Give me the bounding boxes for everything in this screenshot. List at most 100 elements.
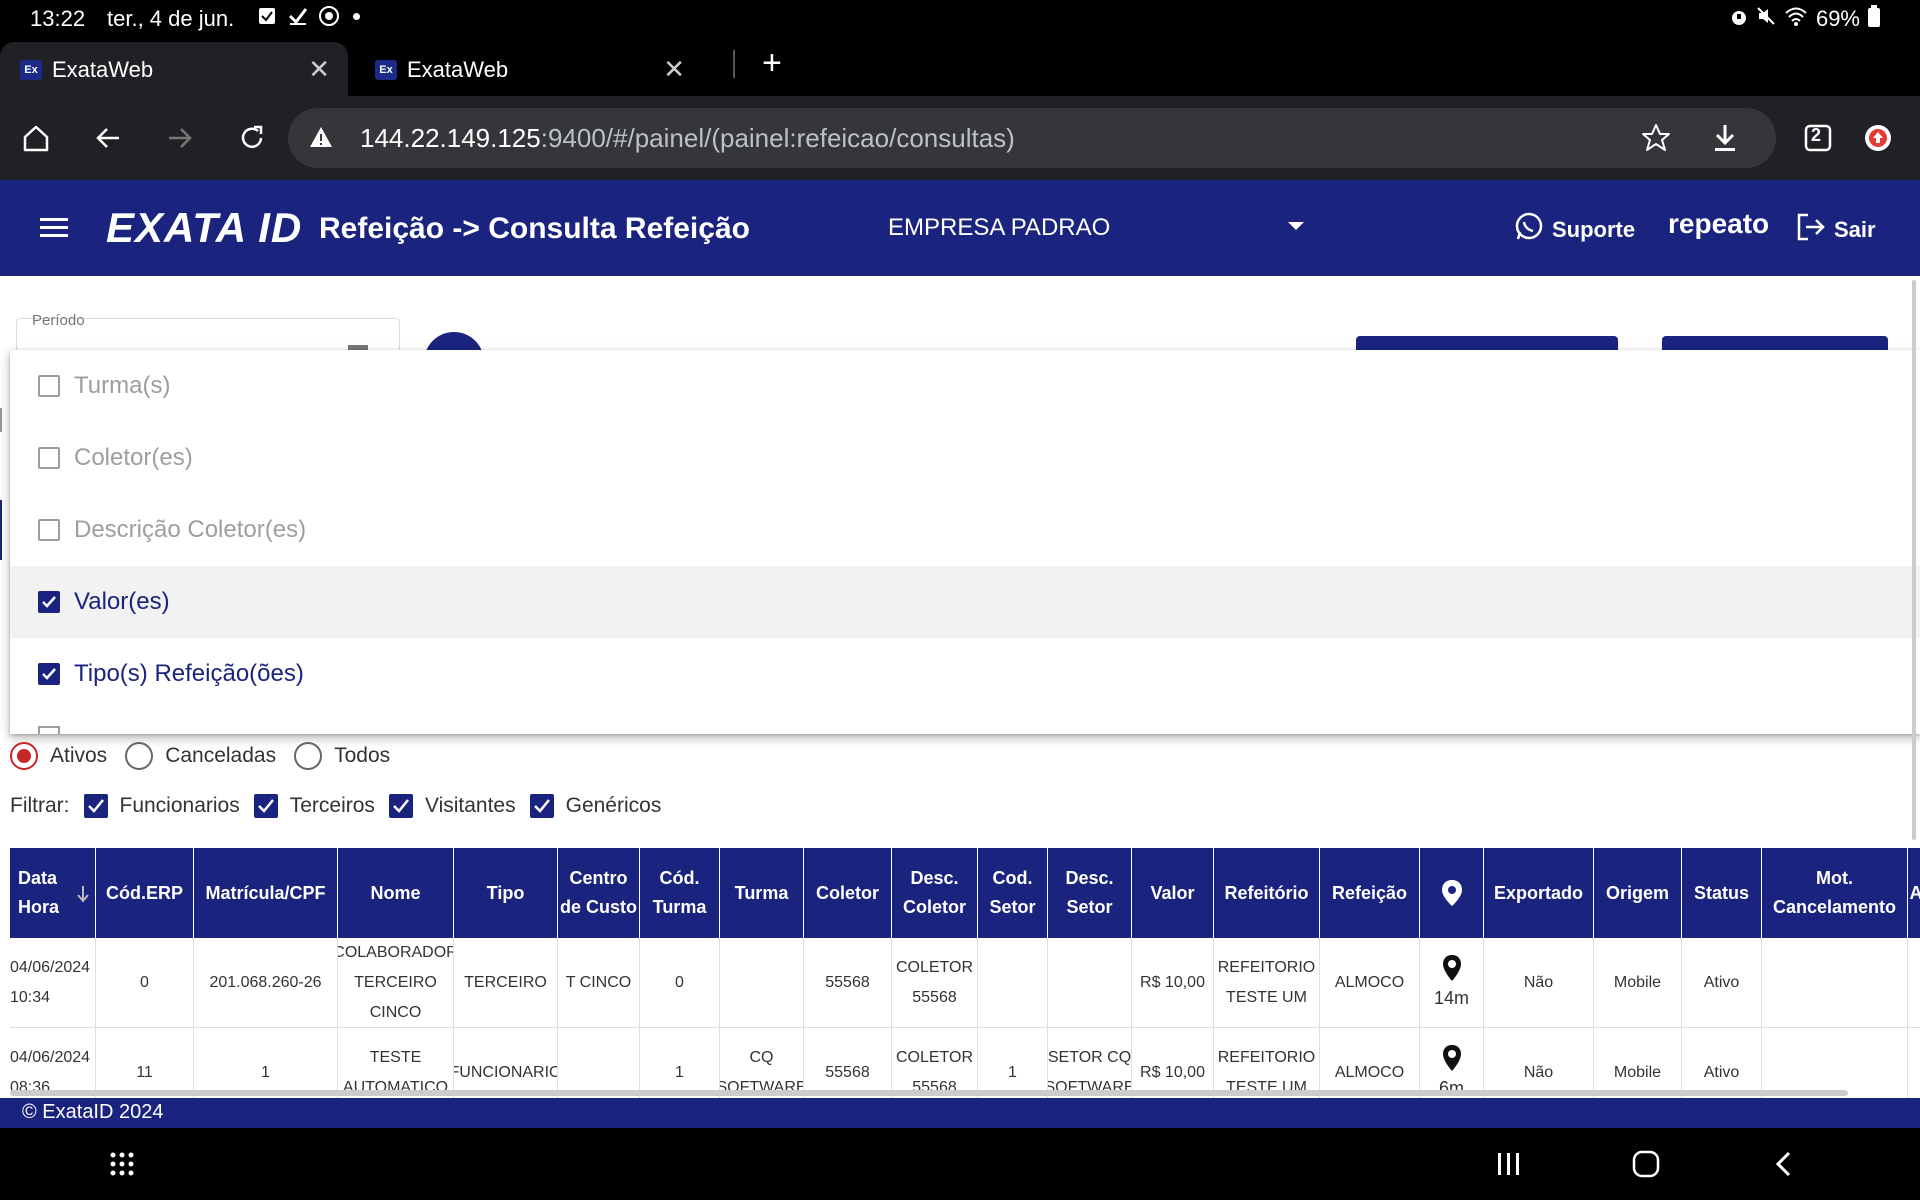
checkbox-genericos[interactable]: [529, 794, 554, 818]
table-cell: REFEITORIO TESTE UM: [1214, 1028, 1320, 1098]
column-header[interactable]: Status: [1682, 848, 1762, 938]
table-cell: CQ SOFTWARE: [720, 1028, 804, 1098]
sort-arrow-down-icon[interactable]: [76, 884, 90, 913]
table-cell: TERCEIRO: [454, 938, 558, 1028]
location-pin-icon[interactable]: [1441, 1043, 1463, 1073]
profile-update-icon[interactable]: [1858, 118, 1898, 158]
not-secure-warning-icon[interactable]: [308, 124, 334, 155]
browser-tab-1[interactable]: Ex ExataWeb ✕: [0, 42, 348, 96]
cell-value: ALMOCO: [1334, 1064, 1405, 1081]
more-notifications-dot-icon: [353, 12, 360, 20]
address-bar[interactable]: 144.22.149.125:9400/#/painel/(painel:ref…: [288, 108, 1776, 168]
company-select[interactable]: EMPRESA PADRAO: [888, 214, 1110, 242]
copyright-text: © ExataID 2024: [22, 1101, 164, 1123]
tab-switcher-button[interactable]: 2: [1798, 118, 1838, 158]
column-header[interactable]: Exportado: [1484, 848, 1594, 938]
cell-value: COLETOR 55568: [895, 959, 974, 1006]
checkbox-funcionarios[interactable]: [83, 794, 108, 818]
table-row[interactable]: 04/06/2024 08:36 11 1 TESTE AUTOMATICO FUNCI…: [10, 1028, 1920, 1098]
column-header[interactable]: Origem: [1594, 848, 1682, 938]
status-right: 69%: [1730, 5, 1880, 33]
column-header[interactable]: Valor: [1132, 848, 1214, 938]
table-cell: REFEITORIO TESTE UM: [1214, 938, 1320, 1028]
filtrar-label: Filtrar:: [10, 794, 70, 817]
bookmark-star-icon[interactable]: [1640, 122, 1672, 159]
close-tab-icon[interactable]: ✕: [308, 54, 330, 85]
forward-arrow-icon[interactable]: [160, 118, 200, 158]
column-header[interactable]: Data Hora: [10, 848, 96, 938]
url-path: :9400/#/painel/(painel:refeicao/consulta…: [540, 123, 1015, 153]
new-tab-plus-icon[interactable]: +: [762, 44, 782, 82]
radio-ativos[interactable]: [10, 742, 38, 770]
logout-button[interactable]: Sair: [1796, 212, 1876, 248]
app-footer: © ExataID 2024: [0, 1098, 1920, 1128]
column-header[interactable]: Tipo: [454, 848, 558, 938]
column-header[interactable]: Refeição: [1320, 848, 1420, 938]
home-circle-icon[interactable]: [1628, 1146, 1664, 1182]
hamburger-menu-icon[interactable]: [40, 216, 68, 245]
close-tab-icon[interactable]: ✕: [663, 54, 685, 85]
favicon-icon: Ex: [375, 60, 397, 80]
cell-value: 1: [261, 1064, 270, 1081]
column-header-label: Ag: [1909, 882, 1920, 903]
checkbox-icon: [38, 375, 60, 397]
table-cell: ALMOCO: [1320, 938, 1420, 1028]
dropdown-option[interactable]: Tipo(s) Refeição(ões): [10, 638, 1920, 710]
location-pin-icon[interactable]: [1441, 953, 1463, 983]
cell-value: 55568: [825, 1064, 870, 1081]
alarm-icon: [1730, 6, 1748, 32]
checkbox-visitantes[interactable]: [388, 794, 413, 818]
dropdown-option[interactable]: Descrição Coletor(es): [10, 494, 1920, 566]
notification-icons: [256, 5, 360, 27]
status-date: ter., 4 de jun.: [107, 6, 235, 31]
column-header[interactable]: Turma: [720, 848, 804, 938]
table-cell: 0: [96, 938, 194, 1028]
dropdown-option[interactable]: Turma(s): [10, 350, 1920, 422]
chevron-down-icon[interactable]: [1288, 222, 1304, 230]
tab-count: 2: [1811, 125, 1822, 145]
home-icon[interactable]: [16, 118, 56, 158]
column-header[interactable]: Cód. Turma: [640, 848, 720, 938]
vertical-scrollbar[interactable]: [1912, 280, 1916, 840]
column-header[interactable]: Mot. Cancelamento: [1762, 848, 1908, 938]
cell-value: Não: [1523, 974, 1554, 991]
column-header[interactable]: Refeitório: [1214, 848, 1320, 938]
column-header[interactable]: Desc. Setor: [1048, 848, 1132, 938]
location-column-header[interactable]: [1420, 848, 1484, 938]
column-header-label: Exportado: [1493, 882, 1583, 903]
dropdown-option[interactable]: Coletor(es): [10, 422, 1920, 494]
cell-value: R$ 10,00: [1140, 1064, 1205, 1081]
logout-label: Sair: [1834, 217, 1876, 242]
radio-todos[interactable]: [294, 742, 323, 770]
tab-separator: [733, 50, 735, 78]
filter-dropdown-panel: Turma(s) Coletor(es) Descrição Coletor(e…: [10, 350, 1920, 734]
table-cell: ALMOCO: [1320, 1028, 1420, 1098]
whatsapp-icon: [1514, 212, 1544, 248]
table-cell: 6m: [1420, 1028, 1484, 1098]
checkbox-terceiros[interactable]: [253, 794, 278, 818]
column-header[interactable]: Matrícula/CPF: [194, 848, 338, 938]
reload-icon[interactable]: [232, 118, 272, 158]
column-header[interactable]: Centro de Custo: [558, 848, 640, 938]
download-icon[interactable]: [1710, 122, 1740, 159]
recent-apps-icon[interactable]: [1490, 1146, 1526, 1182]
column-header[interactable]: Ag: [1908, 848, 1920, 938]
column-header[interactable]: Cód.ERP: [96, 848, 194, 938]
exataid-logo: EXATA ID: [106, 204, 303, 251]
table-row[interactable]: 04/06/2024 10:34 0 201.068.260-26 COLABORAD…: [10, 938, 1920, 1028]
back-arrow-icon[interactable]: [88, 118, 128, 158]
column-header[interactable]: Nome: [338, 848, 454, 938]
support-button[interactable]: Suporte: [1514, 212, 1635, 248]
url-text[interactable]: 144.22.149.125:9400/#/painel/(painel:ref…: [360, 123, 1015, 154]
column-header[interactable]: Cod. Setor: [978, 848, 1048, 938]
column-header[interactable]: Desc. Coletor: [892, 848, 978, 938]
back-chevron-icon[interactable]: [1766, 1146, 1802, 1182]
table-cell: [1908, 938, 1920, 1028]
apps-grid-icon[interactable]: [104, 1146, 140, 1182]
column-header[interactable]: Coletor: [804, 848, 892, 938]
horizontal-scrollbar[interactable]: [10, 1090, 1848, 1096]
radio-canceladas[interactable]: [125, 742, 154, 770]
filter-label: Visitantes: [424, 794, 516, 817]
browser-tab-2[interactable]: Ex ExataWeb ✕: [355, 42, 703, 96]
dropdown-option[interactable]: Valor(es): [10, 566, 1920, 638]
